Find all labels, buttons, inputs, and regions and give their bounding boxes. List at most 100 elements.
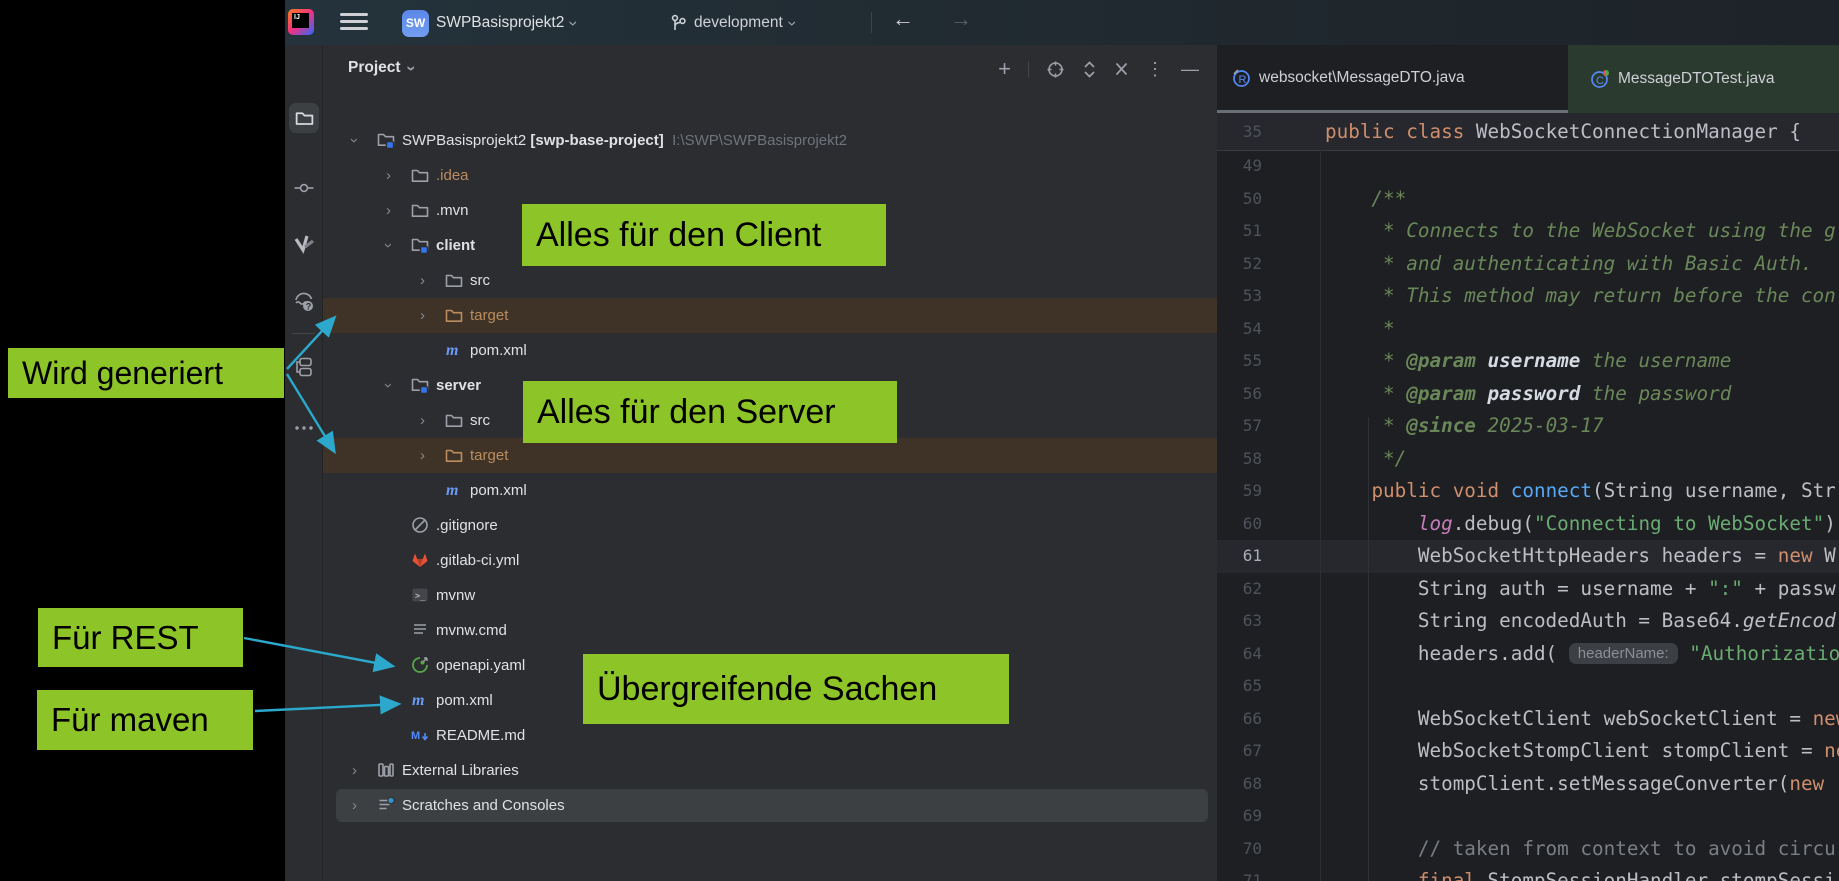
code-text: * @param password the password [1325,378,1731,411]
more-tools-icon[interactable] [289,413,319,443]
code-line-49[interactable]: 49 [1217,150,1839,183]
code-token: * This method may return before the con [1325,284,1836,307]
sticky-line[interactable]: 35public class WebSocketConnectionManage… [1217,113,1839,151]
tree-item-external-libraries[interactable]: ›External Libraries [323,753,1217,788]
intellij-logo-icon: IJ [288,9,314,35]
tree-item-pom-xml[interactable]: mpom.xml [323,333,1217,368]
chevron-collapsed-icon[interactable]: › [420,263,425,298]
line-number: 67 [1217,735,1262,768]
tree-item-src[interactable]: ›src [323,263,1217,298]
code-line-58[interactable]: 58 */ [1217,443,1839,476]
code-line-53[interactable]: 53 * This method may return before the c… [1217,280,1839,313]
chevron-collapsed-icon[interactable]: › [386,158,391,193]
add-icon[interactable]: + [998,58,1011,80]
project-folder-icon[interactable] [289,103,319,133]
code-line-64[interactable]: 64 headers.add( headerName: "Authorizati… [1217,638,1839,671]
navigate-forward-button[interactable]: → [950,6,972,32]
code-text: * @param username the username [1325,345,1731,378]
code-line-59[interactable]: 59 public void connect(String username, … [1217,475,1839,508]
code-line-56[interactable]: 56 * @param password the password [1217,378,1839,411]
code-line-50[interactable]: 50 /** [1217,183,1839,216]
code-token: // taken from context to avoid circu [1325,837,1836,860]
line-number: 57 [1217,410,1262,443]
code-line-68[interactable]: 68 stompClient.setMessageConverter(new [1217,768,1839,801]
main-menu-icon[interactable] [340,13,368,32]
code-token: the password [1580,382,1731,405]
code-line-66[interactable]: 66 WebSocketClient webSocketClient = new [1217,703,1839,736]
code-text: */ [1325,443,1406,476]
hide-panel-icon[interactable]: — [1181,60,1199,78]
code-token: 2025-03-17 [1476,414,1604,437]
expand-all-icon[interactable] [1082,60,1097,79]
structure-icon[interactable] [289,352,319,382]
tree-item-mvnw-cmd[interactable]: mvnw.cmd [323,613,1217,648]
note-wird-generiert: Wird generiert [8,348,284,398]
chevron-expanded-icon[interactable]: › [371,383,406,388]
tree-item-scratches-and-consoles[interactable]: ›Scratches and Consoles [323,788,1217,823]
module-folder-icon [376,130,396,150]
code-line-65[interactable]: 65 [1217,670,1839,703]
chevron-collapsed-icon[interactable]: › [352,753,357,788]
line-number: 61 [1217,540,1262,573]
chevron-expanded-icon[interactable]: › [337,138,372,143]
tree-item--gitignore[interactable]: .gitignore [323,508,1217,543]
code-line-54[interactable]: 54 * [1217,313,1839,346]
chevron-collapsed-icon[interactable]: › [386,193,391,228]
collapse-all-icon[interactable] [1114,61,1129,77]
editor-tab-messagedtotest-java[interactable]: CMessageDTOTest.java [1568,45,1839,113]
more-options-icon[interactable]: ⋮ [1146,60,1164,78]
code-token: .debug( [1453,512,1534,535]
chevron-collapsed-icon[interactable]: › [420,298,425,333]
editor-tab-websocket-messagedto-java[interactable]: Rwebsocket\MessageDTO.java [1217,45,1568,113]
folder-icon [444,270,464,290]
tree-item-label: server [436,368,481,403]
code-line-57[interactable]: 57 * @since 2025-03-17 [1217,410,1839,443]
code-line-61[interactable]: 61 WebSocketHttpHeaders headers = new W [1217,540,1839,573]
code-token [1476,349,1488,372]
code-text: stompClient.setMessageConverter(new [1325,768,1836,801]
line-number: 70 [1217,833,1262,866]
code-line-63[interactable]: 63 String encodedAuth = Base64.getEncod [1217,605,1839,638]
code-line-71[interactable]: 71 final StompSessionHandler stompSessi [1217,865,1839,881]
tree-item-target[interactable]: ›target [323,298,1217,333]
code-text: * @since 2025-03-17 [1325,410,1604,443]
tree-item-label: openapi.yaml [436,648,525,683]
editor-tab-bar: Rwebsocket\MessageDTO.javaCMessageDTOTes… [1217,45,1839,113]
main-toolbar: IJ SW SWPBasisprojekt2 › development › ←… [285,0,1839,45]
code-line-60[interactable]: 60 log.debug("Connecting to WebSocket"); [1217,508,1839,541]
gitlab-icon [410,550,430,570]
module-folder-icon [410,375,430,395]
commit-icon[interactable] [289,173,319,203]
code-line-67[interactable]: 67 WebSocketStompClient stompClient = ne… [1217,735,1839,768]
help-squiggle-icon[interactable]: ? [289,287,319,317]
code-line-62[interactable]: 62 String auth = username + ":" + passw [1217,573,1839,606]
chevron-collapsed-icon[interactable]: › [352,788,357,823]
code-line-52[interactable]: 52 * and authenticating with Basic Auth. [1217,248,1839,281]
tree-item--gitlab-ci-yml[interactable]: .gitlab-ci.yml [323,543,1217,578]
project-widget[interactable]: SW SWPBasisprojekt2 › [402,8,577,38]
tree-item--idea[interactable]: ›.idea [323,158,1217,193]
tree-item-swpbasisprojekt2[interactable]: ›SWPBasisprojekt2 [swp-base-project] I:\… [323,123,1217,158]
code-line-69[interactable]: 69 [1217,800,1839,833]
code-token: public void [1371,479,1510,502]
line-number: 50 [1217,183,1262,216]
tree-item-pom-xml[interactable]: mpom.xml [323,473,1217,508]
gutter-separator [1320,150,1321,881]
chevron-expanded-icon[interactable]: › [371,243,406,248]
note-alles-server: Alles für den Server [523,381,897,443]
git-branch-widget[interactable]: development › [670,8,795,38]
navigate-back-button[interactable]: ← [892,6,914,32]
tab-label: websocket\MessageDTO.java [1259,69,1465,87]
chevron-collapsed-icon[interactable]: › [420,438,425,473]
code-line-51[interactable]: 51 * Connects to the WebSocket using the… [1217,215,1839,248]
tree-item-mvnw[interactable]: >_mvnw [323,578,1217,613]
project-panel-header: Project › + ⋮ — [323,45,1217,101]
chevron-collapsed-icon[interactable]: › [420,403,425,438]
tree-item-target[interactable]: ›target [323,438,1217,473]
line-number: 63 [1217,605,1262,638]
checks-icon[interactable] [289,229,319,259]
project-view-selector[interactable]: Project › [348,59,414,77]
code-line-55[interactable]: 55 * @param username the username [1217,345,1839,378]
code-line-70[interactable]: 70 // taken from context to avoid circu [1217,833,1839,866]
locate-file-icon[interactable] [1046,60,1065,79]
